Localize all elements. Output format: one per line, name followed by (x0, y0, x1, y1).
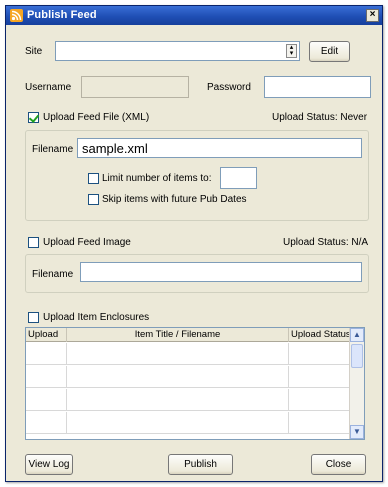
feed-filename-label: Filename (32, 144, 74, 155)
image-filename-input[interactable] (80, 262, 362, 282)
view-log-button[interactable]: View Log (25, 454, 73, 475)
table-cell (289, 366, 351, 388)
skip-future-checkbox[interactable] (88, 194, 99, 205)
table-cell (289, 412, 351, 434)
feed-filename-input[interactable]: sample.xml (77, 138, 362, 158)
upload-feed-file-label: Upload Feed File (XML) (43, 112, 150, 123)
skip-future-label: Skip items with future Pub Dates (102, 194, 247, 205)
image-filename-label: Filename (32, 269, 74, 280)
table-header: Upload Item Title / Filename Upload Stat… (26, 328, 351, 342)
upload-feed-image-label: Upload Feed Image (43, 237, 131, 248)
feed-app-icon (10, 9, 23, 22)
enclosures-table[interactable]: Upload Item Title / Filename Upload Stat… (25, 327, 365, 440)
limit-items-checkbox[interactable] (88, 173, 99, 184)
table-cell (67, 366, 289, 388)
table-cell (289, 343, 351, 365)
table-cell (67, 389, 289, 411)
table-cell (26, 343, 67, 365)
scroll-up-icon[interactable]: ▲ (350, 328, 364, 342)
publish-feed-dialog: Publish Feed × Site ▴ ▾ Edit Username Pas… (5, 5, 383, 482)
column-header-title[interactable]: Item Title / Filename (67, 328, 289, 342)
window-title: Publish Feed (27, 9, 97, 21)
table-row[interactable] (26, 343, 351, 365)
close-button[interactable]: Close (311, 454, 366, 475)
site-label: Site (25, 46, 43, 57)
title-bar: Publish Feed × (6, 6, 382, 25)
table-cell (67, 343, 289, 365)
column-header-upload[interactable]: Upload (26, 328, 67, 342)
scroll-thumb[interactable] (351, 344, 363, 368)
site-select[interactable]: ▴ ▾ (55, 41, 300, 61)
password-field[interactable] (264, 76, 371, 98)
table-cell (26, 389, 67, 411)
publish-button[interactable]: Publish (168, 454, 233, 475)
upload-feed-file-checkbox[interactable] (28, 112, 39, 123)
upload-feed-image-checkbox[interactable] (28, 237, 39, 248)
limit-items-input[interactable] (220, 167, 257, 189)
spinner-icon[interactable]: ▴ ▾ (286, 44, 297, 58)
close-icon[interactable]: × (366, 9, 379, 22)
table-row[interactable] (26, 389, 351, 411)
upload-enclosures-checkbox[interactable] (28, 312, 39, 323)
column-header-status[interactable]: Upload Status (289, 328, 351, 342)
table-row[interactable] (26, 412, 351, 434)
limit-items-label: Limit number of items to: (102, 173, 212, 184)
table-scrollbar[interactable]: ▲ ▼ (349, 328, 364, 439)
table-cell (289, 389, 351, 411)
feed-file-upload-status: Upload Status: Never (272, 112, 368, 123)
password-label: Password (207, 82, 251, 93)
feed-filename-value: sample.xml (82, 141, 148, 156)
edit-site-button[interactable]: Edit (309, 41, 350, 62)
table-cell (67, 412, 289, 434)
username-label: Username (25, 82, 72, 93)
column-header-status-label: Upload Status (291, 329, 351, 340)
scroll-down-icon[interactable]: ▼ (350, 425, 364, 439)
upload-enclosures-label: Upload Item Enclosures (43, 312, 150, 323)
column-header-title-label: Item Title / Filename (134, 329, 221, 340)
table-cell (26, 366, 67, 388)
table-row[interactable] (26, 366, 351, 388)
column-header-upload-label: Upload (28, 329, 59, 340)
feed-image-upload-status: Upload Status: N/A (283, 237, 369, 248)
table-cell (26, 412, 67, 434)
username-field[interactable] (81, 76, 189, 98)
